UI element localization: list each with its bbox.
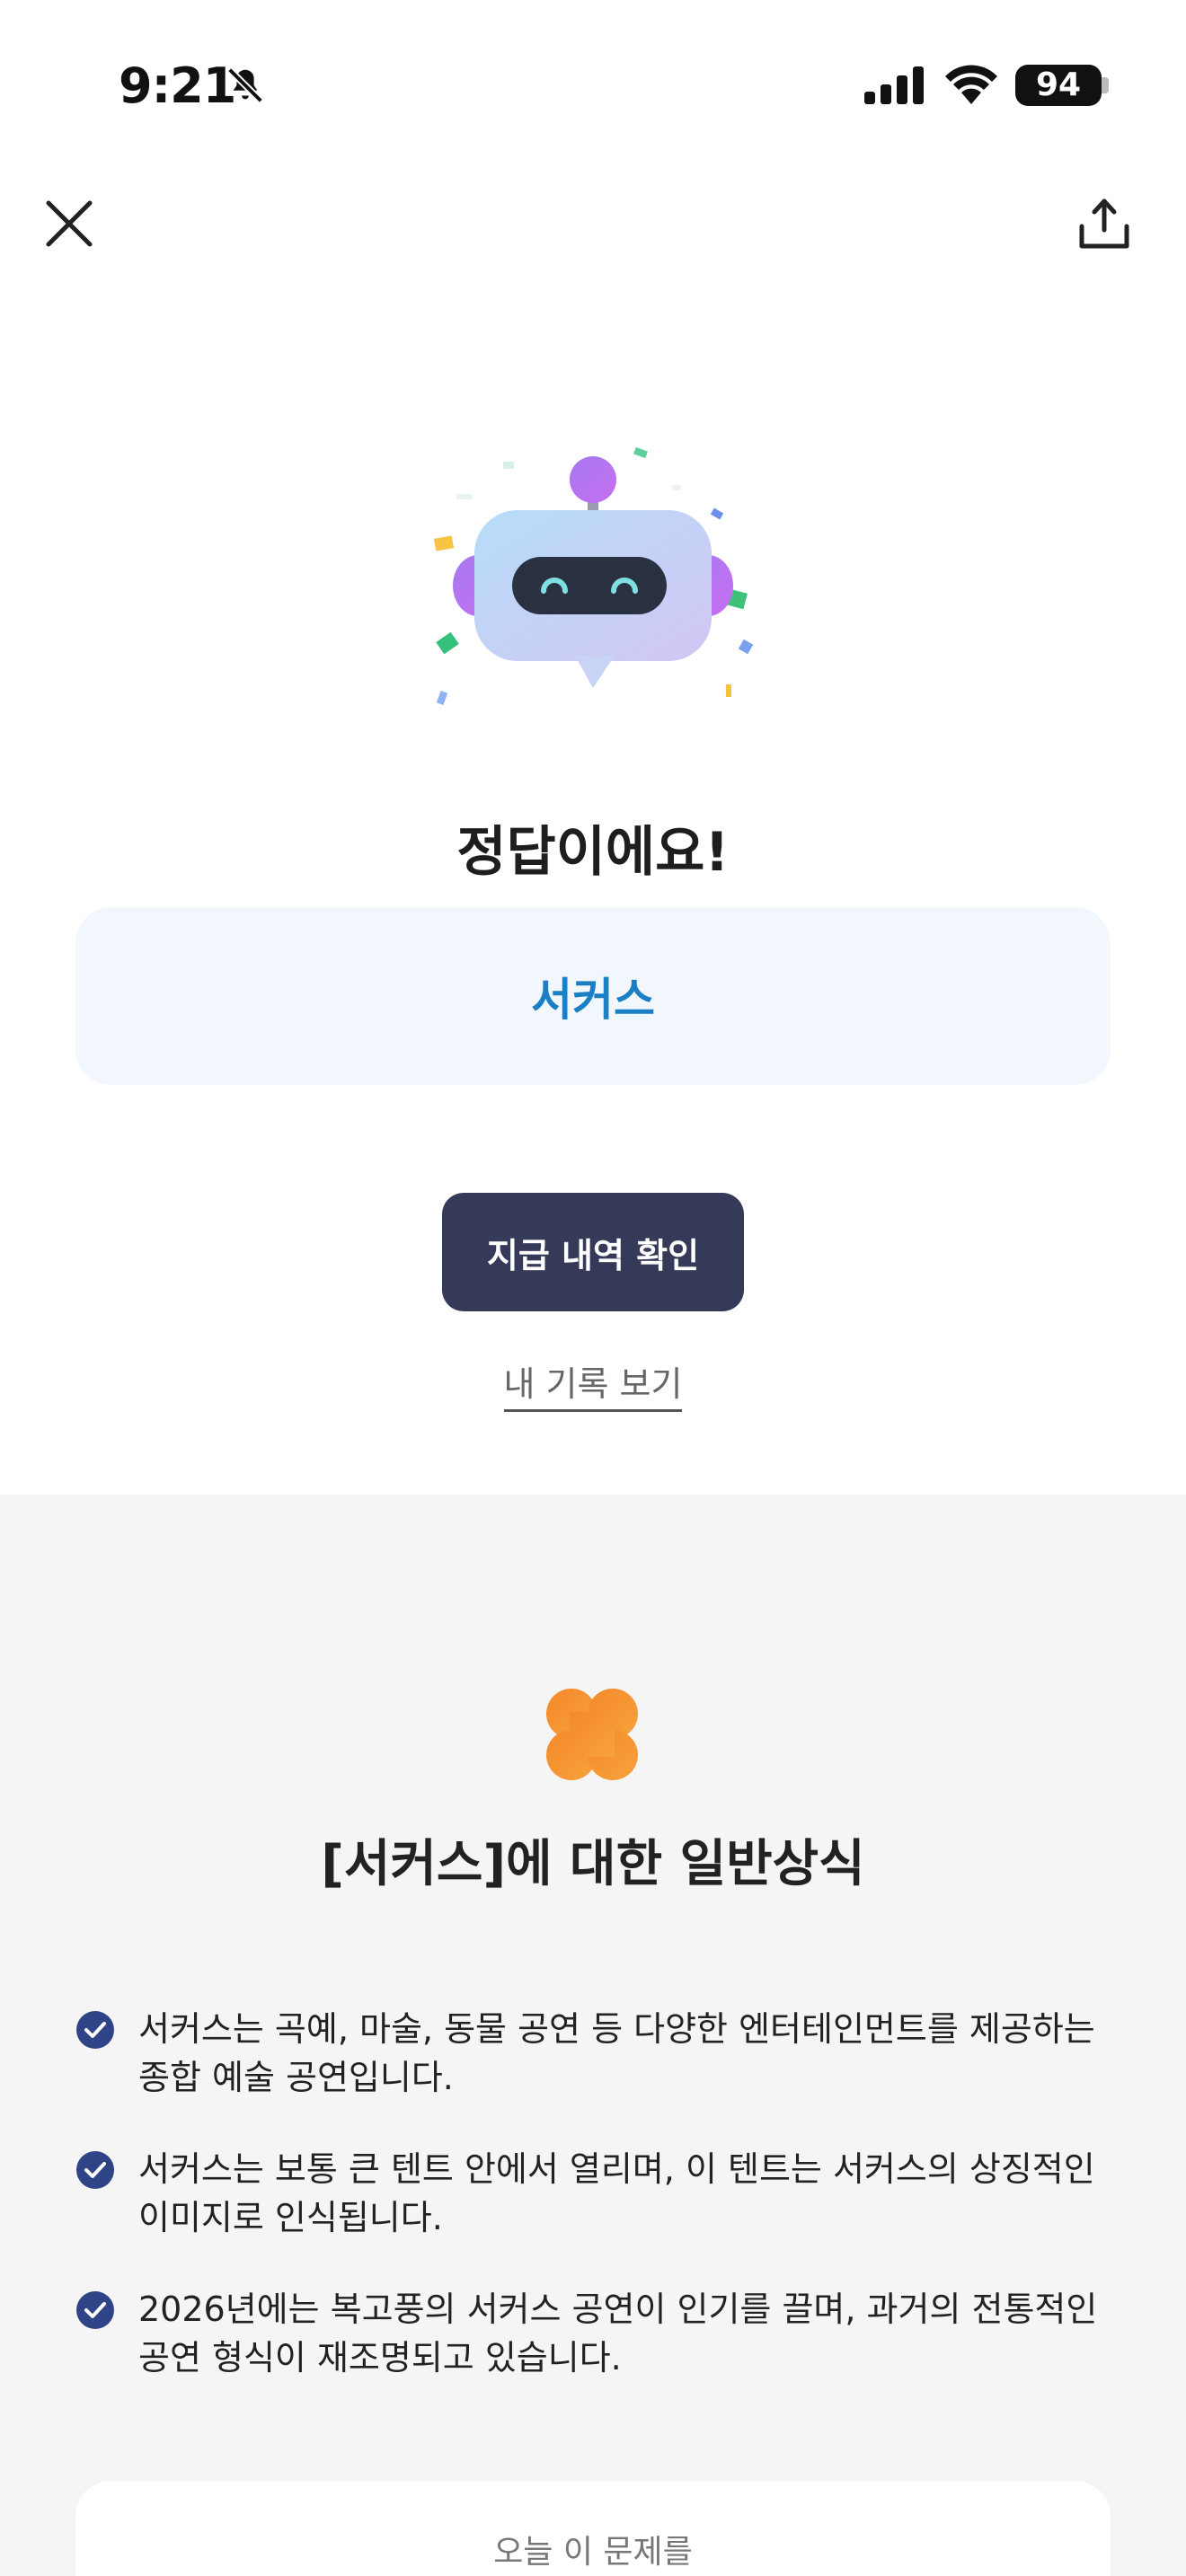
check-circle-icon bbox=[76, 2151, 114, 2189]
fact-item: 2026년에는 복고풍의 서커스 공연이 인기를 끌며, 과거의 전통적인 공연… bbox=[75, 2285, 1118, 2382]
battery-cap bbox=[1102, 77, 1109, 93]
bell-muted-icon bbox=[227, 67, 263, 103]
status-time: 9:21 bbox=[119, 57, 236, 114]
status-bar: 9:21 94 bbox=[0, 0, 1186, 162]
fact-item: 서커스는 보통 큰 텐트 안에서 열리며, 이 텐트는 서커스의 상징적인 이미… bbox=[75, 2145, 1118, 2242]
record-link-container: 내 기록 보기 bbox=[0, 1356, 1186, 1412]
battery-indicator: 94 bbox=[1015, 65, 1102, 106]
answer-box: 서커스 bbox=[75, 907, 1111, 1085]
fact-item: 서커스는 곡예, 마술, 동물 공연 등 다양한 엔터테인먼트를 제공하는 종합… bbox=[75, 2005, 1118, 2102]
trivia-title: [서커스]에 대한 일반상식 bbox=[321, 1835, 865, 1893]
wifi-icon bbox=[945, 65, 997, 104]
close-icon[interactable] bbox=[40, 194, 99, 253]
check-circle-icon bbox=[76, 2011, 114, 2049]
result-title: 정답이에요! bbox=[456, 821, 730, 884]
daily-question-card-text: 오늘 이 문제를 bbox=[493, 2534, 693, 2571]
answer-text: 서커스 bbox=[531, 974, 655, 1026]
fact-text: 서커스는 곡예, 마술, 동물 공연 등 다양한 엔터테인먼트를 제공하는 종합… bbox=[138, 2009, 1095, 2097]
cellular-signal-icon bbox=[864, 66, 924, 104]
payment-history-button[interactable]: 지급 내역 확인 bbox=[442, 1193, 744, 1311]
share-icon[interactable] bbox=[1075, 194, 1134, 253]
check-circle-icon bbox=[76, 2291, 114, 2329]
clover-icon bbox=[546, 1689, 638, 1780]
fact-list: 서커스는 곡예, 마술, 동물 공연 등 다양한 엔터테인먼트를 제공하는 종합… bbox=[75, 2005, 1118, 2425]
robot-mascot-icon bbox=[433, 446, 754, 705]
my-record-link[interactable]: 내 기록 보기 bbox=[503, 1364, 683, 1412]
fact-text: 서커스는 보통 큰 텐트 안에서 열리며, 이 텐트는 서커스의 상징적인 이미… bbox=[138, 2149, 1095, 2237]
fact-text: 2026년에는 복고풍의 서커스 공연이 인기를 끌며, 과거의 전통적인 공연… bbox=[138, 2289, 1098, 2378]
